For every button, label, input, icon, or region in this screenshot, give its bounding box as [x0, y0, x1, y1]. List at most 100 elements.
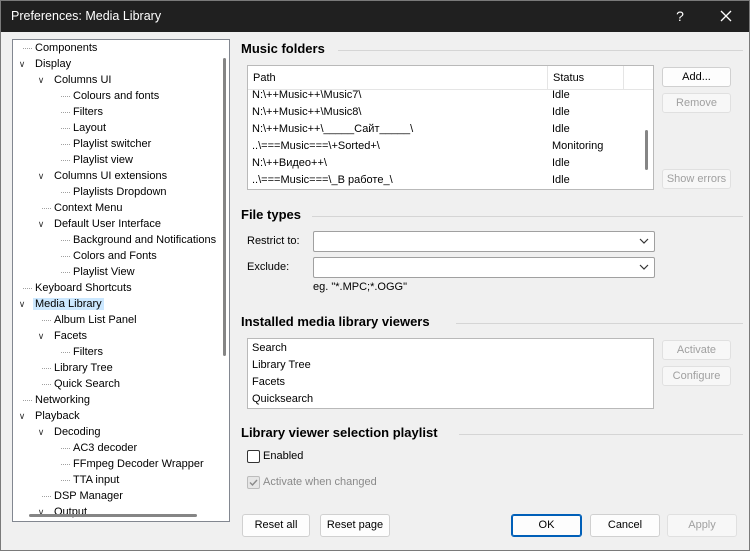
close-button[interactable] — [703, 1, 749, 32]
list-vertical-scroll-thumb[interactable] — [645, 130, 648, 170]
folder-status: Monitoring — [552, 140, 604, 152]
tree-item[interactable]: Colors and Fonts — [55, 248, 159, 264]
tree-vertical-scroll-thumb[interactable] — [223, 58, 226, 356]
tree-item[interactable]: AC3 decoder — [55, 440, 139, 456]
chevron-down-icon — [639, 264, 649, 270]
preferences-tree[interactable]: Components ∨ Display ∨ Columns UI Colours and… — [12, 39, 230, 522]
tree-item[interactable]: FFmpeg Decoder Wrapper — [55, 456, 206, 472]
tree-item[interactable]: Library Tree — [36, 360, 115, 376]
viewer-item[interactable]: Search — [252, 340, 287, 357]
chevron-down-icon[interactable]: ∨ — [36, 72, 46, 88]
help-button[interactable]: ? — [657, 1, 703, 32]
section-divider — [459, 434, 743, 435]
chevron-down-icon[interactable]: ∨ — [17, 408, 27, 424]
viewer-item[interactable]: Facets — [252, 374, 285, 391]
list-item[interactable]: N:\++Видео++\ Idle — [248, 155, 638, 172]
tree-item[interactable]: ∨ Playback — [17, 408, 82, 424]
title-bar: Preferences: Media Library ? — [1, 1, 749, 32]
tree-item[interactable]: Components — [17, 40, 99, 56]
close-icon — [720, 10, 732, 22]
apply-button[interactable]: Apply — [667, 514, 737, 537]
chevron-down-icon[interactable]: ∨ — [36, 216, 46, 232]
tree-item[interactable]: Keyboard Shortcuts — [17, 280, 134, 296]
tree-item[interactable]: ∨ Display — [17, 56, 73, 72]
tree-item[interactable]: ∨ Columns UI extensions — [36, 168, 169, 184]
tree-item[interactable]: Layout — [55, 120, 108, 136]
tree-item[interactable]: ∨ Decoding — [36, 424, 102, 440]
tree-item[interactable]: Album List Panel — [36, 312, 139, 328]
viewer-item[interactable]: Library Tree — [252, 357, 311, 374]
tree-connector — [61, 160, 70, 161]
cancel-button[interactable]: Cancel — [590, 514, 660, 537]
add-folder-button[interactable]: Add... — [662, 67, 731, 87]
installed-viewers-list[interactable]: Search Library Tree Facets Quicksearch — [247, 338, 654, 409]
list-item[interactable]: ..\===Music===\_В работе_\ Idle — [248, 172, 638, 189]
enabled-label[interactable]: Enabled — [263, 450, 303, 462]
tree-item-label: Playback — [35, 410, 80, 422]
tree-item-label: Keyboard Shortcuts — [35, 282, 132, 294]
tree-item[interactable]: ∨ Columns UI — [36, 72, 113, 88]
tree-item[interactable]: Playlist View — [55, 264, 137, 280]
chevron-down-icon[interactable]: ∨ — [36, 168, 46, 184]
enabled-checkbox[interactable] — [247, 450, 260, 463]
tree-connector — [61, 272, 70, 273]
list-vertical-scrollbar[interactable] — [641, 90, 653, 189]
preferences-window: Preferences: Media Library ? Components ∨… — [0, 0, 750, 551]
tree-item-label: Layout — [73, 122, 107, 134]
tree-item[interactable]: Filters — [55, 344, 105, 360]
chevron-down-icon[interactable]: ∨ — [17, 56, 27, 72]
tree-item[interactable]: Quick Search — [36, 376, 122, 392]
chevron-down-icon[interactable]: ∨ — [36, 328, 46, 344]
tree-connector — [23, 48, 32, 49]
tree-item-label: Context Menu — [54, 202, 123, 214]
list-item[interactable]: ..\===Music===\+Sorted+\ Monitoring — [248, 138, 638, 155]
tree-item-label: Colors and Fonts — [73, 250, 157, 262]
tree-item-label: Components — [35, 42, 98, 54]
tree-item[interactable]: Playlist switcher — [55, 136, 153, 152]
tree-item[interactable]: Filters — [55, 104, 105, 120]
activate-when-changed-label[interactable]: Activate when changed — [263, 476, 377, 488]
music-folders-list[interactable]: Path Status N:\++Music++\Music7\ Idle N:\+… — [247, 65, 654, 190]
chevron-down-icon[interactable]: ∨ — [36, 424, 46, 440]
tree-connector — [61, 128, 70, 129]
tree-connector — [42, 208, 51, 209]
activate-viewer-button[interactable]: Activate — [662, 340, 731, 360]
list-item[interactable]: N:\++Music++\_____Сайт_____\ Idle — [248, 121, 638, 138]
tree-item[interactable]: Colours and fonts — [55, 88, 161, 104]
exclude-combo[interactable] — [313, 257, 655, 278]
reset-all-button[interactable]: Reset all — [242, 514, 310, 537]
tree-horizontal-scroll-thumb[interactable] — [29, 514, 197, 517]
tree-item[interactable]: Networking — [17, 392, 92, 408]
file-types-heading: File types — [241, 207, 301, 222]
tree-item[interactable]: DSP Manager — [36, 488, 125, 504]
tree-item[interactable]: ∨ Media Library — [17, 296, 104, 312]
configure-viewer-button[interactable]: Configure — [662, 366, 731, 386]
ok-button[interactable]: OK — [511, 514, 582, 537]
viewer-item[interactable]: Quicksearch — [252, 391, 313, 408]
tree-vertical-scrollbar[interactable] — [220, 40, 229, 521]
tree-item[interactable]: TTA input — [55, 472, 121, 488]
tree-item-label: Playlist view — [73, 154, 133, 166]
tree-item-label: Columns UI — [54, 74, 112, 86]
list-item[interactable]: N:\++Music++\Music8\ Idle — [248, 104, 638, 121]
reset-page-button[interactable]: Reset page — [320, 514, 390, 537]
show-errors-button[interactable]: Show errors — [662, 169, 731, 189]
chevron-down-icon[interactable]: ∨ — [17, 296, 27, 312]
exclude-label: Exclude: — [247, 261, 290, 273]
folder-path: N:\++Music++\_____Сайт_____\ — [252, 123, 414, 135]
remove-folder-button[interactable]: Remove — [662, 93, 731, 113]
tree-item[interactable]: Context Menu — [36, 200, 124, 216]
tree-item-label: Networking — [35, 394, 91, 406]
tree-horizontal-scrollbar[interactable] — [13, 510, 219, 521]
installed-viewers-heading: Installed media library viewers — [241, 314, 430, 329]
tree-connector — [61, 464, 70, 465]
restrict-to-combo[interactable] — [313, 231, 655, 252]
tree-item[interactable]: Playlists Dropdown — [55, 184, 169, 200]
tree-item[interactable]: ∨ Facets — [36, 328, 89, 344]
list-item[interactable]: N:\++Music++\Music7\ Idle — [248, 87, 638, 104]
tree-item[interactable]: ∨ Default User Interface — [36, 216, 163, 232]
tree-item[interactable]: Background and Notifications — [55, 232, 218, 248]
tree-connector — [61, 480, 70, 481]
activate-when-changed-checkbox[interactable] — [247, 476, 260, 489]
tree-item[interactable]: Playlist view — [55, 152, 135, 168]
